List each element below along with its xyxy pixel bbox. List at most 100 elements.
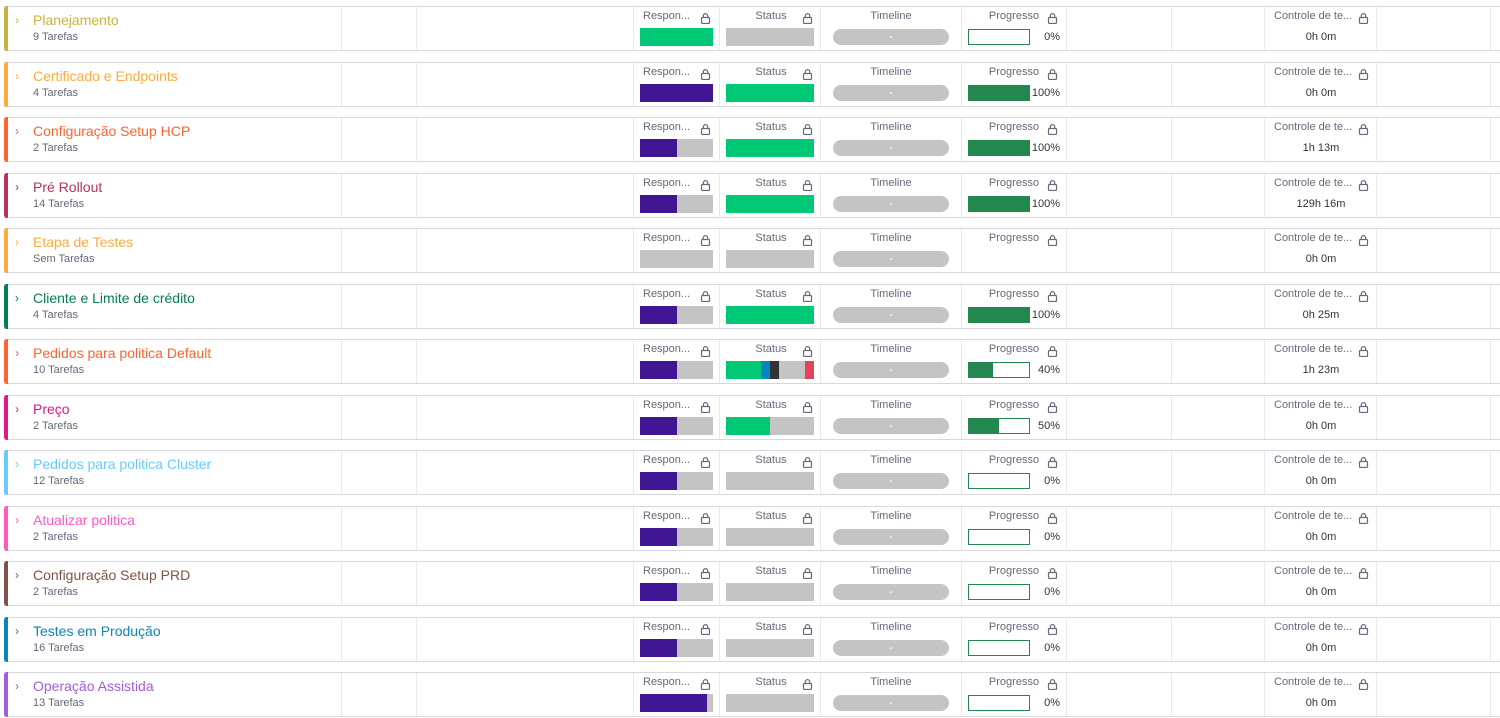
chevron-right-icon[interactable]: › — [15, 13, 19, 27]
group-row[interactable]: › Preço 2 Tarefas Respon... Status Timeline Pr… — [4, 394, 1500, 440]
timeline-summary[interactable]: - — [833, 417, 949, 434]
responsavel-summary-bar[interactable] — [640, 472, 713, 490]
timeline-header[interactable]: Timeline — [833, 66, 949, 79]
status-summary-bar[interactable] — [726, 28, 814, 46]
responsavel-summary-bar[interactable] — [640, 250, 713, 268]
responsavel-summary-bar[interactable] — [640, 583, 713, 601]
timeline-summary[interactable]: - — [833, 140, 949, 156]
controle-header[interactable]: Controle de te... — [1274, 565, 1352, 578]
timeline-summary[interactable]: - — [833, 528, 949, 545]
controle-header[interactable]: Controle de te... — [1274, 10, 1352, 23]
group-row[interactable]: › Pré Rollout 14 Tarefas Respon... Status Tim… — [4, 172, 1500, 218]
status-summary-bar[interactable] — [726, 139, 814, 157]
status-summary-bar[interactable] — [726, 305, 814, 324]
status-summary-bar[interactable] — [726, 527, 814, 546]
group-title[interactable]: Certificado e Endpoints — [33, 67, 178, 85]
group-title[interactable]: Planejamento — [33, 11, 119, 29]
status-summary-bar[interactable] — [726, 416, 814, 435]
group-row[interactable]: › Testes em Produção 16 Tarefas Respon... St… — [4, 616, 1500, 662]
timeline-header[interactable]: Timeline — [833, 10, 949, 23]
responsavel-summary-bar[interactable] — [640, 139, 713, 157]
controle-header[interactable]: Controle de te... — [1274, 621, 1352, 634]
timeline-summary[interactable]: - — [833, 584, 949, 600]
status-summary-bar[interactable] — [726, 83, 814, 102]
chevron-right-icon[interactable]: › — [15, 124, 19, 138]
controle-header[interactable]: Controle de te... — [1274, 66, 1352, 79]
controle-header[interactable]: Controle de te... — [1274, 288, 1352, 301]
controle-header[interactable]: Controle de te... — [1274, 232, 1352, 245]
group-row[interactable]: › Etapa de Testes Sem Tarefas Respon... Stat… — [4, 228, 1500, 273]
responsavel-header[interactable]: Respon... — [643, 621, 690, 634]
group-row[interactable]: › Configuração Setup HCP 2 Tarefas Respon..… — [4, 117, 1500, 162]
group-title[interactable]: Operação Assistida — [33, 677, 154, 695]
responsavel-header[interactable]: Respon... — [643, 676, 690, 689]
timeline-header[interactable]: Timeline — [833, 121, 949, 134]
group-title[interactable]: Pré Rollout — [33, 178, 102, 196]
responsavel-summary-bar[interactable] — [640, 194, 713, 213]
chevron-right-icon[interactable]: › — [15, 457, 19, 471]
status-summary-bar[interactable] — [726, 583, 814, 601]
controle-header[interactable]: Controle de te... — [1274, 510, 1352, 523]
timeline-summary[interactable]: - — [833, 473, 949, 489]
group-row[interactable]: › Configuração Setup PRD 2 Tarefas Respon..… — [4, 561, 1500, 606]
responsavel-summary-bar[interactable] — [640, 638, 713, 657]
timeline-header[interactable]: Timeline — [833, 399, 949, 412]
chevron-right-icon[interactable]: › — [15, 402, 19, 416]
status-summary-bar[interactable] — [726, 250, 814, 268]
group-row[interactable]: › Cliente e Limite de crédito 4 Tarefas Res… — [4, 283, 1500, 329]
group-title[interactable]: Testes em Produção — [33, 622, 161, 640]
group-row[interactable]: › Certificado e Endpoints 4 Tarefas Respon.… — [4, 61, 1500, 107]
responsavel-header[interactable]: Respon... — [643, 343, 690, 356]
timeline-summary[interactable]: - — [833, 251, 949, 267]
responsavel-summary-bar[interactable] — [640, 83, 713, 102]
controle-header[interactable]: Controle de te... — [1274, 399, 1352, 412]
chevron-right-icon[interactable]: › — [15, 235, 19, 249]
chevron-right-icon[interactable]: › — [15, 291, 19, 305]
status-summary-bar[interactable] — [726, 194, 814, 213]
chevron-right-icon[interactable]: › — [15, 69, 19, 83]
timeline-header[interactable]: Timeline — [833, 288, 949, 301]
responsavel-summary-bar[interactable] — [640, 416, 713, 435]
group-row[interactable]: › Planejamento 9 Tarefas Respon... Status Tim… — [4, 6, 1500, 51]
controle-header[interactable]: Controle de te... — [1274, 676, 1352, 689]
responsavel-header[interactable]: Respon... — [643, 177, 690, 190]
group-row[interactable]: › Operação Assistida 13 Tarefas Respon... St… — [4, 672, 1500, 717]
chevron-right-icon[interactable]: › — [15, 679, 19, 693]
controle-header[interactable]: Controle de te... — [1274, 177, 1352, 190]
responsavel-summary-bar[interactable] — [640, 361, 713, 379]
timeline-header[interactable]: Timeline — [833, 343, 949, 356]
responsavel-header[interactable]: Respon... — [643, 454, 690, 467]
timeline-summary[interactable]: - — [833, 362, 949, 378]
group-title[interactable]: Pedidos para politica Cluster — [33, 455, 211, 473]
responsavel-summary-bar[interactable] — [640, 694, 713, 712]
timeline-summary[interactable]: - — [833, 29, 949, 45]
timeline-summary[interactable]: - — [833, 639, 949, 656]
controle-header[interactable]: Controle de te... — [1274, 343, 1352, 356]
responsavel-header[interactable]: Respon... — [643, 10, 690, 23]
timeline-header[interactable]: Timeline — [833, 232, 949, 245]
group-title[interactable]: Configuração Setup PRD — [33, 566, 190, 584]
timeline-summary[interactable]: - — [833, 695, 949, 711]
timeline-header[interactable]: Timeline — [833, 676, 949, 689]
responsavel-header[interactable]: Respon... — [643, 565, 690, 578]
responsavel-summary-bar[interactable] — [640, 28, 713, 46]
timeline-header[interactable]: Timeline — [833, 565, 949, 578]
group-title[interactable]: Configuração Setup HCP — [33, 122, 190, 140]
timeline-summary[interactable]: - — [833, 306, 949, 323]
responsavel-summary-bar[interactable] — [640, 527, 713, 546]
responsavel-header[interactable]: Respon... — [643, 399, 690, 412]
status-summary-bar[interactable] — [726, 638, 814, 657]
responsavel-header[interactable]: Respon... — [643, 232, 690, 245]
status-summary-bar[interactable] — [726, 472, 814, 490]
status-summary-bar[interactable] — [726, 694, 814, 712]
timeline-header[interactable]: Timeline — [833, 454, 949, 467]
status-summary-bar[interactable] — [726, 361, 814, 379]
chevron-right-icon[interactable]: › — [15, 624, 19, 638]
group-row[interactable]: › Atualizar politica 2 Tarefas Respon... Sta… — [4, 505, 1500, 551]
controle-header[interactable]: Controle de te... — [1274, 121, 1352, 134]
chevron-right-icon[interactable]: › — [15, 346, 19, 360]
responsavel-header[interactable]: Respon... — [643, 121, 690, 134]
chevron-right-icon[interactable]: › — [15, 513, 19, 527]
responsavel-header[interactable]: Respon... — [643, 510, 690, 523]
responsavel-header[interactable]: Respon... — [643, 288, 690, 301]
